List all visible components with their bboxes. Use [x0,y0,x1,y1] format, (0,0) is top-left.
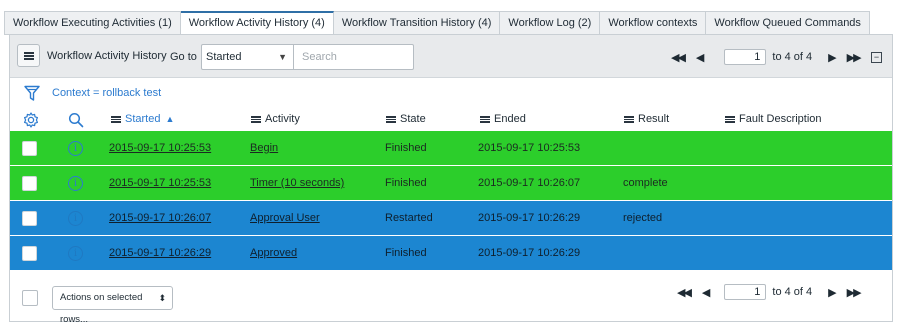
column-menu-icon[interactable] [111,115,121,123]
gear-icon[interactable] [23,112,39,128]
tab-workflow-transition-history[interactable]: Workflow Transition History (4) [333,11,501,35]
page-range-text: to 4 of 4 [772,51,813,63]
next-page-icon[interactable]: ▶ [828,51,837,64]
search-icon[interactable] [68,112,84,128]
column-label-state: State [400,113,426,125]
actions-select-label: Actions on selected rows... [60,292,143,325]
started-cell[interactable]: 2015-09-17 10:25:53 [109,177,211,189]
ended-cell: 2015-09-17 10:25:53 [478,142,581,154]
list-menu-button[interactable] [17,44,40,67]
info-icon[interactable]: i [68,141,83,156]
started-cell[interactable]: 2015-09-17 10:26:07 [109,212,211,224]
search-input[interactable] [294,44,414,70]
column-header-ended[interactable]: Ended [480,113,526,125]
ended-cell: 2015-09-17 10:26:29 [478,212,581,224]
page-number-input[interactable]: 1 [724,284,767,300]
column-menu-icon[interactable] [624,115,634,123]
last-page-icon[interactable]: ▶▶ [847,286,862,299]
activity-cell[interactable]: Approval User [250,212,320,224]
tab-workflow-log[interactable]: Workflow Log (2) [500,11,601,35]
column-menu-icon[interactable] [251,115,261,123]
column-label-started: Started [125,113,161,125]
collapse-icon[interactable]: − [871,52,882,63]
hamburger-icon [23,51,34,60]
page-number-input[interactable]: 1 [724,49,767,65]
caret-down-icon: ▼ [278,52,287,62]
state-cell: Restarted [385,212,433,224]
info-icon[interactable]: i [68,211,83,226]
goto-selected-value: Started [206,51,242,63]
table-row[interactable]: i 2015-09-17 10:26:07 Approval User Rest… [10,201,892,235]
related-list-tabs: Workflow Executing Activities (1) Workfl… [4,11,870,35]
column-label-ended: Ended [494,113,526,125]
column-header-started[interactable]: Started ▲ [111,113,174,125]
row-checkbox[interactable] [22,141,37,156]
first-page-icon[interactable]: ◀◀ [671,51,686,64]
started-cell[interactable]: 2015-09-17 10:25:53 [109,142,211,154]
column-menu-icon[interactable] [725,115,735,123]
sort-ascending-icon: ▲ [165,114,175,124]
column-header-fault-description[interactable]: Fault Description [725,113,822,125]
state-cell: Finished [385,142,427,154]
goto-label: Go to [170,51,197,63]
ended-cell: 2015-09-17 10:26:07 [478,177,581,189]
column-header-state[interactable]: State [386,113,426,125]
funnel-icon[interactable] [24,85,40,102]
state-cell: Finished [385,247,427,259]
page-range-text: to 4 of 4 [772,286,813,298]
previous-page-icon[interactable]: ◀ [702,286,711,299]
activity-cell[interactable]: Timer (10 seconds) [250,177,344,189]
column-header-activity[interactable]: Activity [251,113,300,125]
previous-page-icon[interactable]: ◀ [696,51,705,64]
row-checkbox[interactable] [22,246,37,261]
actions-select[interactable]: Actions on selected rows... ⬍ [52,286,173,325]
column-label-result: Result [638,113,670,125]
column-menu-icon[interactable] [386,115,396,123]
top-pagination: ◀◀ ◀ 1 to 4 of 4 ▶ ▶▶ [671,49,862,65]
started-cell[interactable]: 2015-09-17 10:26:29 [109,247,211,259]
column-menu-icon[interactable] [480,115,490,123]
state-cell: Finished [385,177,427,189]
activity-cell[interactable]: Begin [250,142,278,154]
last-page-icon[interactable]: ▶▶ [847,51,862,64]
column-label-fault-description: Fault Description [739,113,822,125]
tab-workflow-activity-history[interactable]: Workflow Activity History (4) [180,11,334,35]
result-cell: complete [623,177,668,189]
tab-workflow-contexts[interactable]: Workflow contexts [600,11,707,35]
activity-history-panel: Workflow Activity History Go to Started … [9,34,893,325]
ended-cell: 2015-09-17 10:26:29 [478,247,581,259]
first-page-icon[interactable]: ◀◀ [677,286,692,299]
list-title: Workflow Activity History [47,50,167,62]
filter-breadcrumb[interactable]: Context = rollback test [52,87,161,99]
table-row[interactable]: i 2015-09-17 10:25:53 Timer (10 seconds)… [10,166,892,200]
result-cell: rejected [623,212,663,224]
table-row[interactable]: i 2015-09-17 10:26:29 Approved Finished … [10,236,892,270]
goto-field-select[interactable]: Started ▼ [201,44,294,70]
activity-cell[interactable]: Approved [250,247,297,259]
next-page-icon[interactable]: ▶ [828,286,837,299]
tab-workflow-queued-commands[interactable]: Workflow Queued Commands [706,11,870,35]
tab-workflow-executing-activities[interactable]: Workflow Executing Activities (1) [4,11,181,35]
bottom-pagination: ◀◀ ◀ 1 to 4 of 4 ▶ ▶▶ [677,284,862,300]
column-label-activity: Activity [265,113,300,125]
column-header-result[interactable]: Result [624,113,669,125]
up-down-caret-icon: ⬍ [158,293,166,303]
info-icon[interactable]: i [68,176,83,191]
info-icon[interactable]: i [68,246,83,261]
select-all-checkbox[interactable] [22,290,38,306]
row-checkbox[interactable] [22,211,37,226]
row-checkbox[interactable] [22,176,37,191]
list-toolbar: Workflow Activity History Go to Started … [10,35,892,78]
table-row[interactable]: i 2015-09-17 10:25:53 Begin Finished 201… [10,131,892,165]
